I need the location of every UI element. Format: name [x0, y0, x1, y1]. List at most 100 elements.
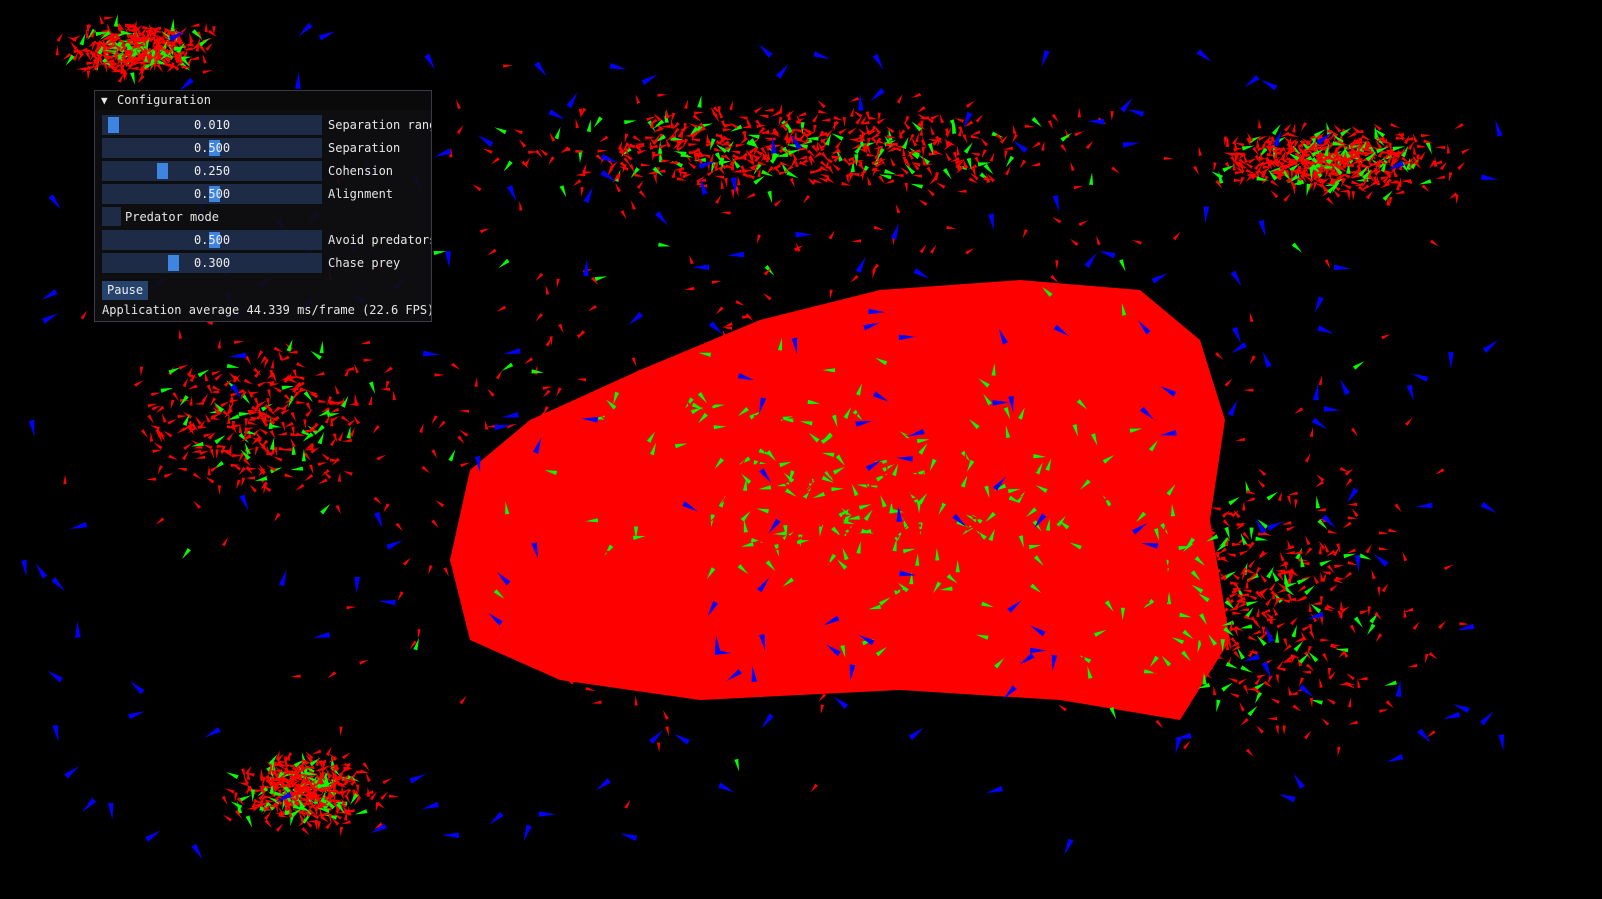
predator-boid	[908, 727, 924, 741]
boid	[660, 124, 671, 128]
slider-row-avoid-predators: 0.500 Avoid predators	[102, 230, 431, 250]
boid	[327, 671, 337, 679]
predator-boid	[229, 352, 247, 359]
boid	[1235, 437, 1246, 441]
boid	[284, 473, 295, 478]
boid	[212, 385, 222, 391]
configuration-window[interactable]: ▼Configuration 0.010 Separation range 0.…	[94, 90, 432, 322]
boid	[832, 163, 841, 172]
boid	[1329, 584, 1338, 592]
leader-boid	[1005, 155, 1015, 168]
predator-boid	[489, 811, 504, 825]
boid	[205, 413, 211, 423]
boid	[1403, 607, 1414, 613]
boid	[1253, 620, 1261, 629]
boid	[1435, 468, 1445, 475]
boid	[161, 413, 167, 423]
boid	[156, 63, 163, 73]
boid	[56, 32, 64, 42]
boid	[1376, 175, 1381, 186]
boid	[1346, 672, 1355, 681]
boid	[1077, 107, 1081, 118]
boid	[666, 108, 670, 119]
predator-boid	[503, 348, 521, 355]
boid	[1276, 622, 1286, 629]
boid	[827, 165, 834, 175]
triangle-down-icon[interactable]: ▼	[101, 91, 117, 110]
boid	[820, 704, 824, 715]
predator-boid	[1448, 352, 1454, 369]
predator-boid	[1227, 400, 1238, 417]
boid	[314, 371, 325, 376]
boid	[535, 272, 544, 282]
leader-boid	[1225, 661, 1239, 669]
boid	[258, 428, 268, 435]
boid	[1340, 600, 1344, 611]
boid	[1280, 131, 1290, 137]
boid	[599, 135, 609, 143]
boid	[204, 371, 209, 382]
predator-boid	[434, 148, 452, 157]
boid	[818, 109, 828, 114]
boid	[157, 465, 163, 475]
alignment-slider[interactable]: 0.500	[102, 184, 322, 204]
boid	[900, 167, 909, 175]
boid	[1060, 144, 1068, 153]
boid	[535, 313, 543, 322]
boid	[965, 248, 975, 255]
boid	[211, 370, 222, 376]
boid	[654, 133, 661, 143]
boid	[816, 140, 820, 151]
window-titlebar[interactable]: ▼ Configuration	[95, 91, 431, 110]
leader-boid	[658, 242, 671, 247]
slider-label: Chase prey	[328, 256, 401, 270]
leader-boid	[320, 503, 331, 515]
separation-slider[interactable]: 0.500	[102, 138, 322, 158]
boid	[234, 340, 244, 344]
boid	[140, 366, 144, 377]
predator-boid	[1495, 120, 1503, 137]
predator-mode-row: Predator mode	[102, 207, 431, 227]
predator-boid	[988, 213, 994, 231]
boid	[133, 20, 137, 30]
boid	[1426, 730, 1436, 738]
boid	[264, 811, 272, 820]
boid	[1318, 540, 1326, 550]
cohesion-slider[interactable]: 0.250	[102, 161, 322, 181]
boid	[341, 752, 351, 760]
avoid-predators-slider[interactable]: 0.500	[102, 230, 322, 250]
separation-range-slider[interactable]: 0.010	[102, 115, 322, 135]
boid	[903, 121, 911, 130]
boid	[1322, 653, 1328, 663]
boid	[1246, 568, 1256, 574]
boid	[886, 146, 897, 153]
boid	[1283, 644, 1292, 652]
boid	[345, 788, 352, 799]
pause-button[interactable]: Pause	[102, 281, 149, 300]
predator-mode-checkbox[interactable]	[102, 207, 121, 226]
predator-boid	[70, 521, 88, 529]
boid	[1321, 717, 1330, 726]
boid	[1265, 597, 1273, 606]
leader-boid	[854, 142, 864, 155]
boid	[1275, 725, 1279, 736]
boid	[260, 768, 264, 778]
boid	[103, 63, 107, 73]
boid	[1193, 165, 1199, 176]
boid	[1058, 704, 1067, 712]
boid	[196, 37, 200, 48]
boid	[1272, 606, 1279, 617]
boid	[281, 421, 286, 432]
boid	[975, 114, 983, 123]
boid	[354, 393, 358, 404]
predator-boid	[130, 681, 145, 695]
chase-prey-slider[interactable]: 0.300	[102, 253, 322, 273]
boid	[153, 442, 163, 450]
boid	[269, 430, 276, 440]
boid	[1248, 559, 1256, 569]
predator-boid	[1122, 142, 1140, 148]
window-title: Configuration	[117, 93, 211, 107]
boid	[317, 462, 328, 467]
boid	[1326, 172, 1337, 176]
boid	[926, 188, 935, 197]
